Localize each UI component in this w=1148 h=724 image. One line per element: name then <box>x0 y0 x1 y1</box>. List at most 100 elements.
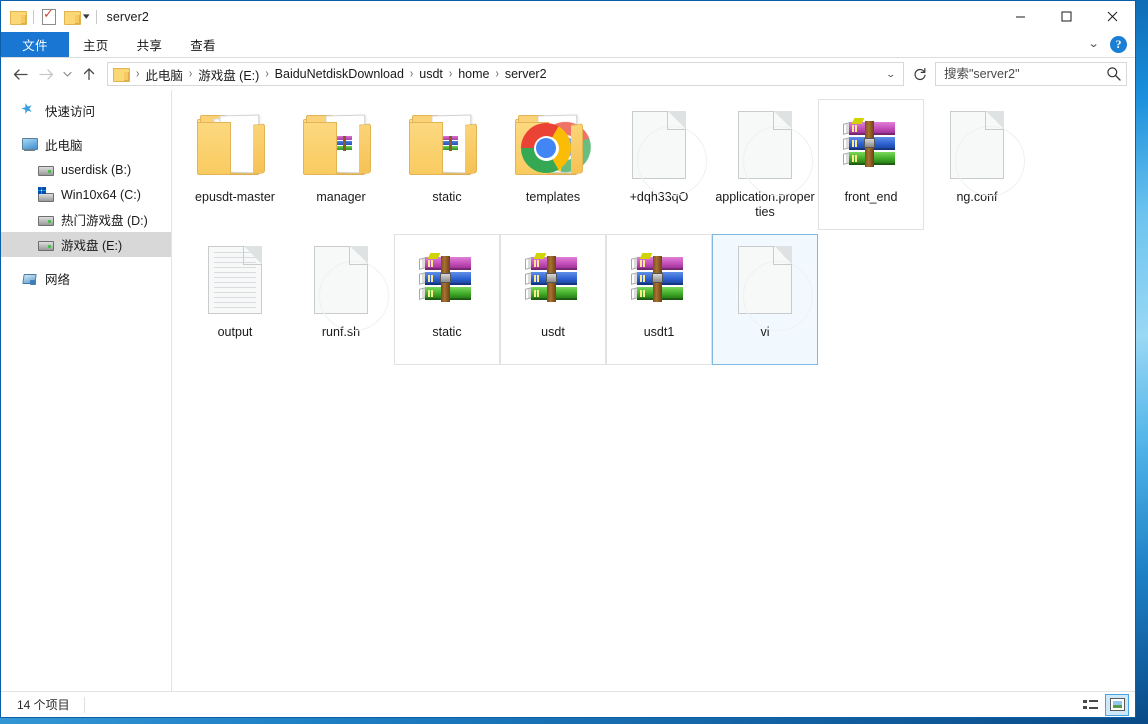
file-list-view[interactable]: epusdt-master <box>172 90 1135 691</box>
chevron-down-icon[interactable]: ▾ <box>83 12 90 21</box>
winrar-archive-icon <box>408 241 486 319</box>
file-item-static-folder[interactable]: static <box>394 99 500 230</box>
help-icon[interactable]: ? <box>1110 36 1127 53</box>
winrar-archive-icon <box>514 241 592 319</box>
recent-locations-chevron-down-icon[interactable] <box>59 61 76 87</box>
maximize-button[interactable] <box>1043 1 1089 32</box>
drive-icon <box>37 162 54 178</box>
file-item-dqh33qo[interactable]: +dqh33qO <box>606 99 712 230</box>
ribbon-tab-bar: 文件 主页 共享 查看 ⌄ ? <box>1 32 1135 58</box>
explorer-window: ▾ server2 文件 <box>0 0 1136 718</box>
sidebar-item-hot-games-d[interactable]: 热门游戏盘 (D:) <box>1 207 171 232</box>
file-item-label: usdt <box>503 325 603 340</box>
address-dropdown-chevron-down-icon[interactable]: ⌄ <box>878 69 905 80</box>
file-item-front-end[interactable]: front_end <box>818 99 924 230</box>
search-box[interactable] <box>935 62 1127 86</box>
qat-divider-1 <box>33 10 34 24</box>
sidebar-item-label: 此电脑 <box>45 135 83 154</box>
breadcrumb-sep-1: › <box>187 67 194 81</box>
drive-icon <box>37 212 54 228</box>
document-icon <box>620 106 698 184</box>
archive-thumbnail-icon <box>337 136 354 152</box>
drive-icon <box>37 237 54 253</box>
address-path-bar[interactable]: › 此电脑 › 游戏盘 (E:) › BaiduNetdiskDownload … <box>107 62 904 86</box>
file-item-application-properties[interactable]: application.properties <box>712 99 818 230</box>
details-view-icon <box>1083 699 1098 710</box>
file-item-runf-sh[interactable]: runf.sh <box>288 234 394 365</box>
expand-ribbon-chevron-down-icon[interactable]: ⌄ <box>1083 39 1103 50</box>
file-item-manager[interactable]: manager <box>288 99 394 230</box>
search-input[interactable] <box>944 67 1106 81</box>
text-document-icon <box>196 241 274 319</box>
computer-icon <box>21 137 38 153</box>
file-item-label: static <box>397 325 497 340</box>
large-icons-view-button[interactable] <box>1105 694 1129 716</box>
windows-drive-icon <box>37 187 54 203</box>
winrar-archive-icon <box>832 106 910 184</box>
folder-icon <box>302 106 380 184</box>
folder-icon <box>196 106 274 184</box>
tab-home-label: 主页 <box>83 35 109 54</box>
folder-icon[interactable] <box>10 10 26 24</box>
archive-thumbnail-icon <box>443 136 460 152</box>
file-item-output[interactable]: output <box>182 234 288 365</box>
back-button[interactable] <box>7 61 33 87</box>
file-item-ng-conf[interactable]: ng.conf <box>924 99 1030 230</box>
file-item-label: vi <box>715 325 815 340</box>
tab-home[interactable]: 主页 <box>69 32 123 57</box>
breadcrumb-sep-5: › <box>494 67 501 81</box>
breadcrumb-item-1[interactable]: 游戏盘 (E:) <box>194 63 263 86</box>
breadcrumb: › 此电脑 › 游戏盘 (E:) › BaiduNetdiskDownload … <box>134 63 881 86</box>
address-folder-icon <box>113 67 129 81</box>
winrar-archive-icon <box>620 241 698 319</box>
window-controls <box>997 1 1135 32</box>
file-item-label: ng.conf <box>927 190 1027 205</box>
details-view-button[interactable] <box>1078 694 1102 716</box>
breadcrumb-sep-4: › <box>447 67 454 81</box>
document-icon <box>938 106 1016 184</box>
file-item-label: epusdt-master <box>185 190 285 205</box>
address-bar-row: › 此电脑 › 游戏盘 (E:) › BaiduNetdiskDownload … <box>1 58 1135 90</box>
file-item-static-archive[interactable]: static <box>394 234 500 365</box>
new-folder-icon[interactable] <box>64 10 80 24</box>
tab-file-label: 文件 <box>22 35 48 54</box>
tab-file[interactable]: 文件 <box>1 32 69 57</box>
sidebar-item-label: 游戏盘 (E:) <box>61 235 122 254</box>
view-mode-buttons <box>1078 694 1129 716</box>
sidebar-item-win10x64-c[interactable]: Win10x64 (C:) <box>1 182 171 207</box>
document-icon <box>302 241 380 319</box>
tab-share[interactable]: 共享 <box>123 32 177 57</box>
file-item-vi[interactable]: vi <box>712 234 818 365</box>
file-item-usdt[interactable]: usdt <box>500 234 606 365</box>
up-button[interactable] <box>76 61 102 87</box>
file-item-templates[interactable]: templates <box>500 99 606 230</box>
forward-button[interactable] <box>33 61 59 87</box>
breadcrumb-item-2[interactable]: BaiduNetdiskDownload <box>271 65 408 83</box>
close-button[interactable] <box>1089 1 1135 32</box>
sidebar-item-userdisk-b[interactable]: userdisk (B:) <box>1 157 171 182</box>
file-item-label: output <box>185 325 285 340</box>
minimize-button[interactable] <box>997 1 1043 32</box>
sidebar-item-label: 热门游戏盘 (D:) <box>61 210 148 229</box>
sidebar-item-this-pc[interactable]: 此电脑 <box>1 132 171 157</box>
sidebar-item-label: 网络 <box>45 269 70 288</box>
sidebar-item-quick-access[interactable]: 快速访问 <box>1 98 171 123</box>
breadcrumb-sep-2: › <box>263 67 270 81</box>
ribbon-right-controls: ⌄ ? <box>1086 32 1135 57</box>
search-icon[interactable] <box>1106 66 1122 82</box>
tab-share-label: 共享 <box>137 35 163 54</box>
breadcrumb-item-4[interactable]: home <box>454 65 493 83</box>
breadcrumb-item-0[interactable]: 此电脑 <box>141 63 187 86</box>
sidebar-item-network[interactable]: 网络 <box>1 266 171 291</box>
breadcrumb-item-5[interactable]: server2 <box>501 65 551 83</box>
navigation-pane: 快速访问 此电脑 userdisk (B:) Win10x64 (C:) 热门游… <box>1 90 172 691</box>
tab-view[interactable]: 查看 <box>176 32 230 57</box>
large-icons-view-icon <box>1110 698 1125 711</box>
properties-icon[interactable] <box>41 9 56 24</box>
file-item-usdt1[interactable]: usdt1 <box>606 234 712 365</box>
breadcrumb-item-3[interactable]: usdt <box>415 65 447 83</box>
file-item-label: application.properties <box>715 190 815 220</box>
refresh-button[interactable] <box>909 63 931 85</box>
file-item-epusdt-master[interactable]: epusdt-master <box>182 99 288 230</box>
sidebar-item-games-e[interactable]: 游戏盘 (E:) <box>1 232 171 257</box>
